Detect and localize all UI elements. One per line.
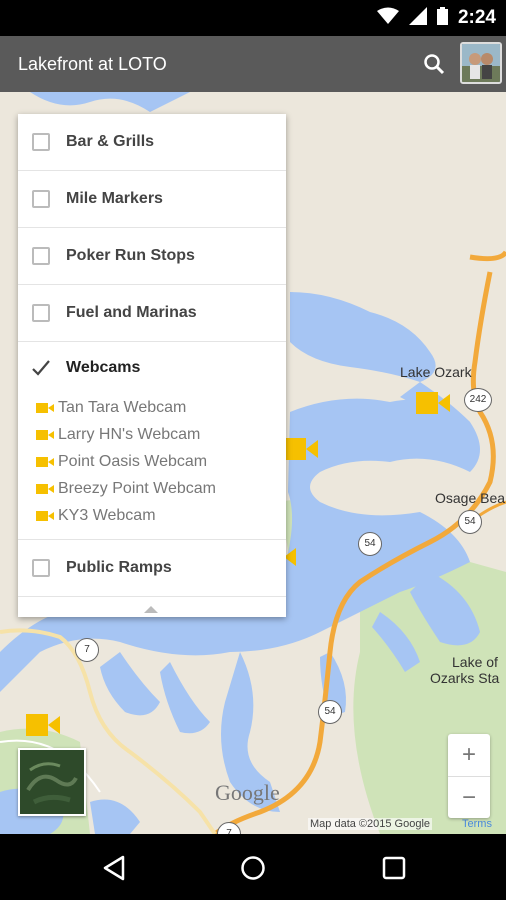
layer-row-public-ramps[interactable]: Public Ramps [18,540,286,597]
checkbox[interactable] [32,304,50,322]
layer-row-poker-run-stops[interactable]: Poker Run Stops [18,228,286,285]
search-button[interactable] [418,48,450,80]
webcam-icon [36,456,54,467]
layer-row-mile-markers[interactable]: Mile Markers [18,171,286,228]
webcam-item[interactable]: Breezy Point Webcam [18,475,286,502]
layer-label: Bar & Grills [66,133,155,150]
recents-button[interactable] [372,846,416,890]
route-shield-54: 54 [358,532,382,556]
layer-panel: Bar & Grills Mile Markers Poker Run Stop… [18,114,286,617]
terms-link[interactable]: Terms [462,818,492,830]
webcam-icon [36,510,54,521]
webcam-item[interactable]: Larry HN's Webcam [18,421,286,448]
layer-label: Mile Markers [66,190,163,207]
webcam-icon [36,483,54,494]
zoom-out-button[interactable]: − [448,776,490,818]
map-label-park-line1: Lake of [452,654,498,670]
map-label-lake-ozark: Lake Ozark [400,364,472,380]
checkbox[interactable] [32,559,50,577]
home-button[interactable] [231,846,275,890]
status-bar: 2:24 [0,0,506,36]
map-attribution: Map data ©2015 Google [308,818,433,830]
webcam-item[interactable]: KY3 Webcam [18,502,286,529]
battery-icon [436,6,448,30]
home-icon [241,856,265,880]
layer-label: Public Ramps [66,559,172,576]
route-shield-242: 242 [464,388,492,412]
layer-label: Poker Run Stops [66,247,195,264]
zoom-in-button[interactable]: + [448,734,490,776]
checkbox[interactable] [32,133,50,151]
search-icon [424,54,445,75]
webcam-label: Tan Tara Webcam [58,398,187,416]
layer-row-bar-grills[interactable]: Bar & Grills [18,114,286,171]
webcam-marker[interactable] [284,436,318,462]
app-title: Lakefront at LOTO [18,54,167,74]
webcam-label: KY3 Webcam [58,506,156,524]
checkbox[interactable] [32,190,50,208]
avatar[interactable] [460,42,502,84]
layer-label: Fuel and Marinas [66,304,197,321]
layer-row-webcams[interactable]: Webcams [18,342,286,394]
system-nav-bar [0,834,506,900]
checkmark-icon[interactable] [32,359,50,377]
map-label-osage-beach: Osage Bea [435,490,506,506]
status-time: 2:24 [457,7,496,28]
status-icons: 2:24 [376,0,496,36]
webcam-marker[interactable] [416,390,450,416]
route-shield-7: 7 [75,638,99,662]
scroll-up-arrow-icon[interactable] [144,606,158,613]
google-logo: Google [215,780,280,805]
map-label-park-line2: Ozarks Sta [430,670,500,686]
layer-row-fuel-marinas[interactable]: Fuel and Marinas [18,285,286,342]
webcam-item[interactable]: Tan Tara Webcam [18,394,286,421]
webcams-section: Webcams Tan Tara Webcam Larry HN's Webca… [18,342,286,540]
back-icon [103,855,125,881]
webcam-icon [36,402,54,413]
webcam-icon [36,429,54,440]
webcam-label: Point Oasis Webcam [58,452,208,470]
zoom-controls: + − [448,734,490,818]
webcam-marker[interactable] [26,712,60,738]
route-shield-54: 54 [318,700,342,724]
satellite-toggle-thumbnail[interactable] [18,748,86,816]
checkbox[interactable] [32,247,50,265]
route-shield-54: 54 [458,510,482,534]
webcam-label: Breezy Point Webcam [58,479,216,497]
wifi-icon [376,7,399,30]
webcam-item[interactable]: Point Oasis Webcam [18,448,286,475]
signal-icon [408,6,427,30]
app-bar: Lakefront at LOTO [0,36,506,92]
back-button[interactable] [92,846,136,890]
layer-label: Webcams [66,359,141,376]
webcam-label: Larry HN's Webcam [58,425,201,443]
recents-icon [382,856,406,880]
